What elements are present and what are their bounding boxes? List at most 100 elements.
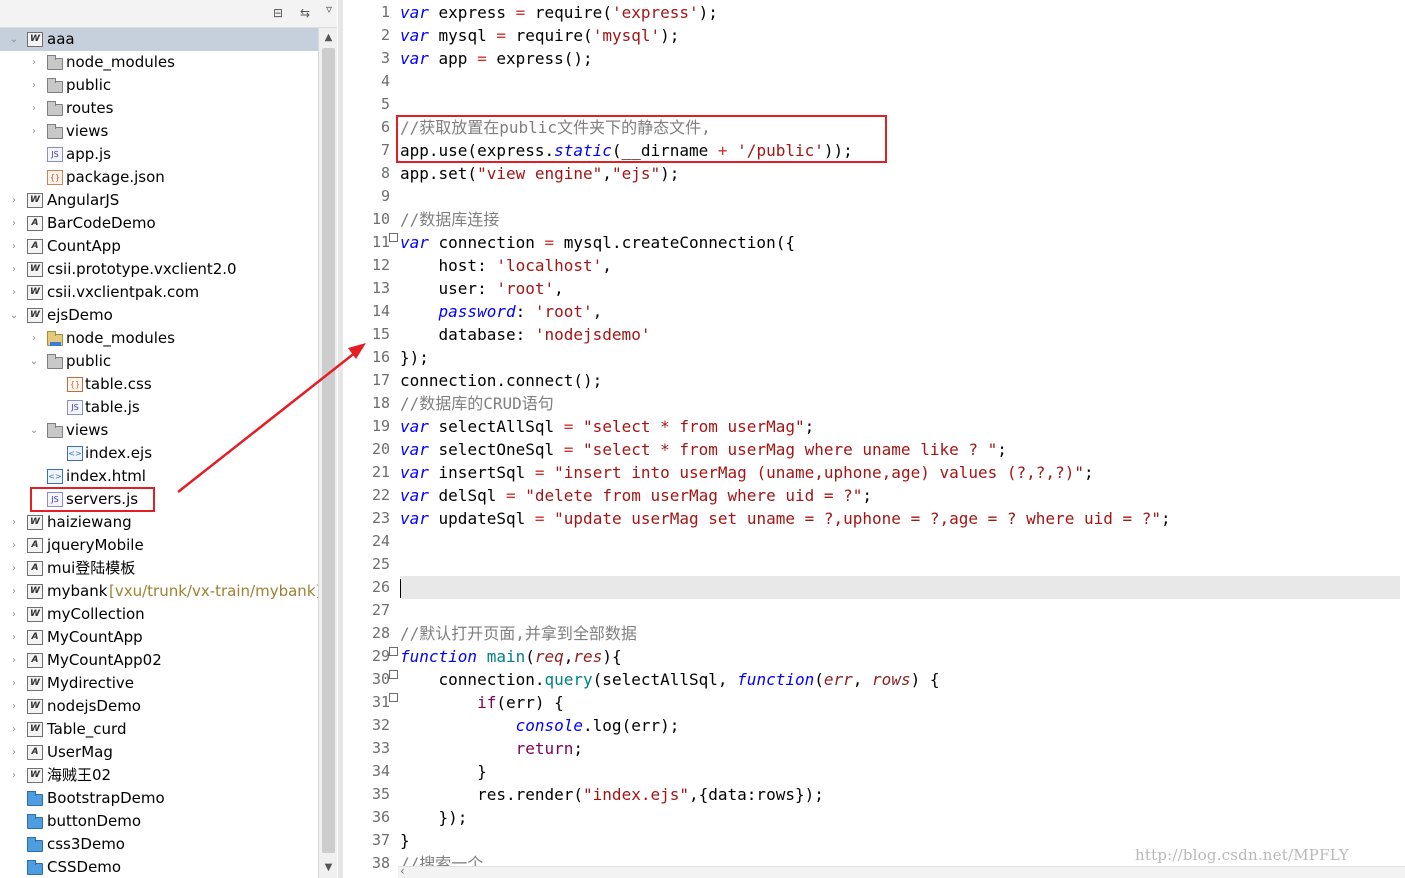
collapsed-twisty-icon[interactable]: ›	[8, 672, 20, 695]
tree-item[interactable]: › WnodejsDemo	[0, 695, 318, 718]
tree-item[interactable]: › WmyCollection	[0, 603, 318, 626]
collapsed-twisty-icon[interactable]: ›	[8, 626, 20, 649]
tree-item[interactable]: › Wcsii.prototype.vxclient2.0	[0, 258, 318, 281]
code-line[interactable]	[400, 70, 1400, 93]
tree-item[interactable]: › Whaiziewang	[0, 511, 318, 534]
tree-item[interactable]: › A UserMag	[0, 741, 318, 764]
collapsed-twisty-icon[interactable]: ›	[8, 235, 20, 258]
tree-item[interactable]: › A MyCountApp	[0, 626, 318, 649]
horizontal-scrollbar[interactable]: ‹	[398, 864, 1405, 878]
tree-item[interactable]: › AjqueryMobile	[0, 534, 318, 557]
tree-item[interactable]: JS table.js	[0, 396, 318, 419]
code-line[interactable]	[400, 530, 1400, 553]
tree-item[interactable]: › W 海贼王02	[0, 764, 318, 787]
collapsed-twisty-icon[interactable]: ›	[8, 718, 20, 741]
collapsed-twisty-icon[interactable]: ›	[8, 741, 20, 764]
code-line[interactable]: return;	[400, 737, 1400, 760]
code-line[interactable]: //数据库的CRUD语句	[400, 392, 1400, 415]
fold-toggle-icon[interactable]	[389, 233, 398, 242]
fold-toggle-icon[interactable]	[389, 670, 398, 679]
tree-item[interactable]: ⌄ public	[0, 350, 318, 373]
code-line[interactable]: var delSql = "delete from userMag where …	[400, 484, 1400, 507]
expanded-twisty-icon[interactable]: ⌄	[28, 350, 40, 373]
expanded-twisty-icon[interactable]: ⌄	[28, 419, 40, 442]
tree-item[interactable]: › Wmybank [vxu/trunk/vx-train/mybank]	[0, 580, 318, 603]
code-line[interactable]: //数据库连接	[400, 208, 1400, 231]
tree-item[interactable]: JS app.js	[0, 143, 318, 166]
code-line[interactable]: });	[400, 346, 1400, 369]
scroll-up-icon[interactable]: ▲	[320, 29, 337, 47]
tree-item[interactable]: buttonDemo	[0, 810, 318, 833]
tree-item[interactable]: › W Table_curd	[0, 718, 318, 741]
collapsed-twisty-icon[interactable]: ›	[8, 764, 20, 787]
tree-item[interactable]: › Amui登陆模板	[0, 557, 318, 580]
tree-item[interactable]: › public	[0, 74, 318, 97]
tree-item[interactable]: CSSDemo	[0, 856, 318, 878]
code-line[interactable]: host: 'localhost',	[400, 254, 1400, 277]
tree-item[interactable]: ⌄ views	[0, 419, 318, 442]
code-line[interactable]: var selectOneSql = "select * from userMa…	[400, 438, 1400, 461]
code-line[interactable]: app.set("view engine","ejs");	[400, 162, 1400, 185]
code-line[interactable]: connection.query(selectAllSql, function(…	[400, 668, 1400, 691]
collapsed-twisty-icon[interactable]: ›	[8, 258, 20, 281]
code-line[interactable]: var connection = mysql.createConnection(…	[400, 231, 1400, 254]
code-line[interactable]: var insertSql = "insert into userMag (un…	[400, 461, 1400, 484]
code-line[interactable]: var updateSql = "update userMag set unam…	[400, 507, 1400, 530]
collapsed-twisty-icon[interactable]: ›	[8, 534, 20, 557]
fold-toggle-icon[interactable]	[389, 647, 398, 656]
collapsed-twisty-icon[interactable]: ›	[8, 649, 20, 672]
collapsed-twisty-icon[interactable]: ›	[8, 603, 20, 626]
collapsed-twisty-icon[interactable]: ›	[28, 327, 40, 350]
code-line[interactable]: if(err) {	[400, 691, 1400, 714]
code-line[interactable]: console.log(err);	[400, 714, 1400, 737]
collapsed-twisty-icon[interactable]: ›	[8, 212, 20, 235]
code-line[interactable]: });	[400, 806, 1400, 829]
code-line[interactable]: function main(req,res){	[400, 645, 1400, 668]
view-menu-icon[interactable]: ▿	[321, 1, 337, 17]
tree-item[interactable]: › A MyCountApp02	[0, 649, 318, 672]
collapsed-twisty-icon[interactable]: ›	[8, 281, 20, 304]
code-line[interactable]: //默认打开页面,并拿到全部数据	[400, 622, 1400, 645]
collapsed-twisty-icon[interactable]: ›	[8, 189, 20, 212]
code-line[interactable]: var mysql = require('mysql');	[400, 24, 1400, 47]
tree-item[interactable]: <> index.ejs	[0, 442, 318, 465]
code-line[interactable]	[400, 576, 1400, 599]
tree-item[interactable]: › views	[0, 120, 318, 143]
scroll-down-icon[interactable]: ▼	[320, 859, 337, 877]
code-line[interactable]: password: 'root',	[400, 300, 1400, 323]
collapsed-twisty-icon[interactable]: ›	[28, 97, 40, 120]
collapsed-twisty-icon[interactable]: ›	[28, 120, 40, 143]
collapsed-twisty-icon[interactable]: ›	[8, 511, 20, 534]
tree-item[interactable]: ⌄ Waaa	[0, 28, 318, 51]
code-line[interactable]	[400, 93, 1400, 116]
code-line[interactable]	[400, 553, 1400, 576]
collapsed-twisty-icon[interactable]: ›	[28, 51, 40, 74]
expanded-twisty-icon[interactable]: ⌄	[8, 28, 20, 51]
tree-item[interactable]: ⌄ WejsDemo	[0, 304, 318, 327]
scroll-left-icon[interactable]: ‹	[400, 864, 405, 878]
tree-item[interactable]: › W Mydirective	[0, 672, 318, 695]
tree-item[interactable]: › routes	[0, 97, 318, 120]
collapsed-twisty-icon[interactable]: ›	[8, 580, 20, 603]
tree-item[interactable]: {} table.css	[0, 373, 318, 396]
tree-item[interactable]: css3Demo	[0, 833, 318, 856]
explorer-scrollbar[interactable]: ▲ ▼	[318, 28, 337, 878]
link-editor-icon[interactable]: ⇆	[297, 5, 313, 21]
collapsed-twisty-icon[interactable]: ›	[8, 695, 20, 718]
code-line[interactable]	[400, 185, 1400, 208]
tree-item[interactable]: {} package.json	[0, 166, 318, 189]
tree-item[interactable]: BootstrapDemo	[0, 787, 318, 810]
tree-item[interactable]: › Wcsii.vxclientpak.com	[0, 281, 318, 304]
code-line[interactable]: database: 'nodejsdemo'	[400, 323, 1400, 346]
tree-item[interactable]: › A CountApp	[0, 235, 318, 258]
collapsed-twisty-icon[interactable]: ›	[28, 74, 40, 97]
code-line[interactable]: }	[400, 760, 1400, 783]
collapsed-twisty-icon[interactable]: ›	[8, 557, 20, 580]
tree-item[interactable]: › node_modules	[0, 327, 318, 350]
tree-item[interactable]: › node_modules	[0, 51, 318, 74]
code-line[interactable]: res.render("index.ejs",{data:rows});	[400, 783, 1400, 806]
fold-toggle-icon[interactable]	[389, 693, 398, 702]
tree-item[interactable]: <> index.html	[0, 465, 318, 488]
code-line[interactable]: var app = express();	[400, 47, 1400, 70]
scroll-thumb[interactable]	[322, 48, 335, 853]
